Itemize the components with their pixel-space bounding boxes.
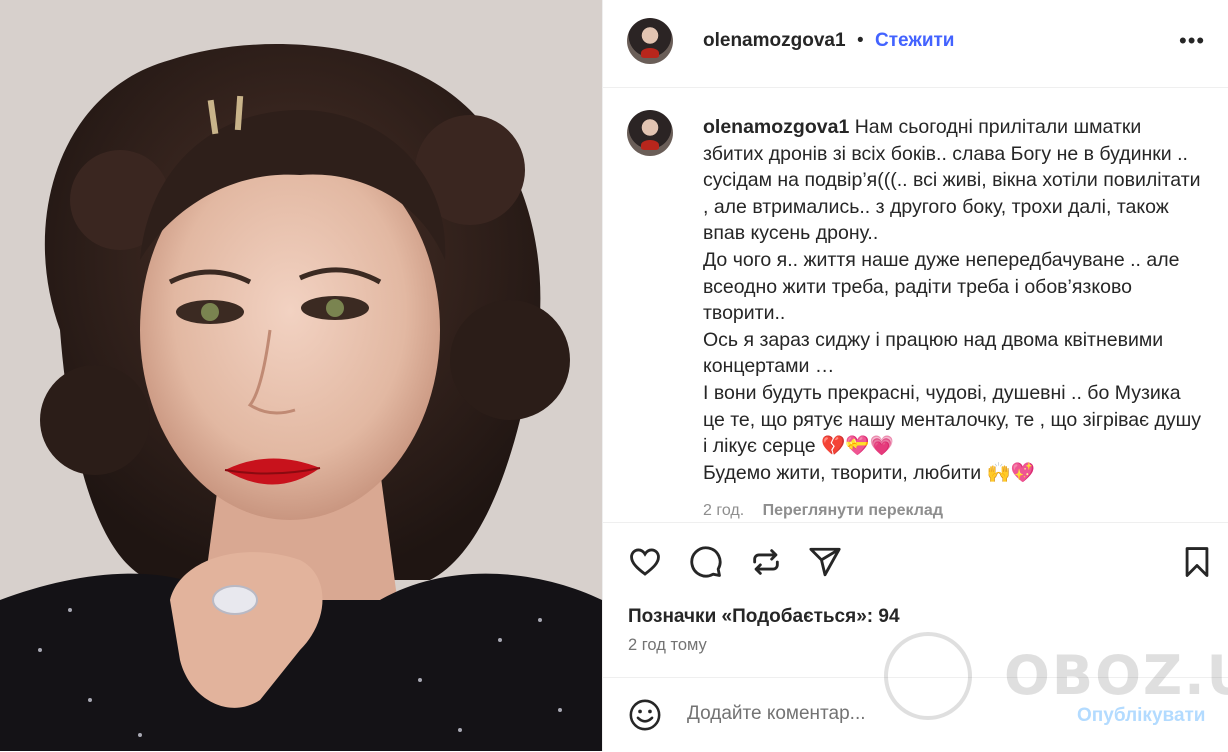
see-translation-link[interactable]: Переглянути переклад <box>763 502 943 519</box>
caption-line-2: До чого я.. життя наше дуже непередбачув… <box>703 248 1180 325</box>
avatar[interactable] <box>627 18 673 64</box>
follow-button[interactable]: Стежити <box>875 30 954 52</box>
more-options-icon[interactable]: ••• <box>1179 28 1205 54</box>
caption-line-3: Ось я зараз сиджу і працюю над двома кві… <box>703 328 1164 378</box>
action-bar <box>603 522 1228 589</box>
heart-icon[interactable] <box>628 545 662 579</box>
watermark-text: OBOZ.UA <box>1004 644 1228 707</box>
repost-icon[interactable] <box>749 545 783 579</box>
post-timestamp: 2 год тому <box>628 636 707 654</box>
globe-icon <box>884 632 972 720</box>
caption-meta: 2 год. Переглянути переклад <box>703 502 943 520</box>
header-separator: • <box>857 30 864 51</box>
header-username[interactable]: olenamozgova1 <box>703 30 846 52</box>
send-icon[interactable] <box>808 545 842 579</box>
post-header: olenamozgova1 • Стежити ••• <box>603 0 1228 88</box>
caption-line-5: Будемо жити, творити, любити 🙌💖 <box>703 461 1036 484</box>
caption-username[interactable]: olenamozgova1 <box>703 116 849 138</box>
caption-age: 2 год. <box>703 502 745 519</box>
likes-count[interactable]: Позначки «Подобається»: 94 <box>628 606 900 628</box>
post-photo[interactable] <box>0 0 602 751</box>
bookmark-icon[interactable] <box>1180 545 1214 579</box>
smiley-icon[interactable] <box>628 698 662 732</box>
post-caption: olenamozgova1 Нам сьогодні прилітали шма… <box>703 114 1203 486</box>
oboz-watermark: OBOZ.UA <box>884 632 1228 722</box>
portrait-image <box>0 0 602 751</box>
caption-avatar[interactable] <box>627 110 673 156</box>
comment-icon[interactable] <box>689 545 723 579</box>
caption-line-1: olenamozgova1 Нам сьогодні прилітали шма… <box>703 114 1203 247</box>
caption-line-4: І вони будуть прекрасні, чудові, душевні… <box>703 381 1202 458</box>
